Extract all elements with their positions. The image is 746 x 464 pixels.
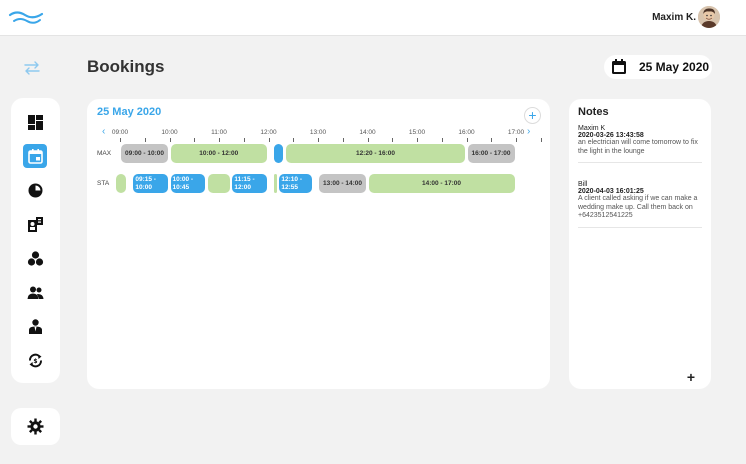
date-picker[interactable]: 25 May 2020 [604, 55, 712, 79]
hour-tick [466, 138, 468, 142]
hour-tick [342, 138, 344, 142]
add-note-button[interactable]: + [687, 369, 695, 385]
calendar-date-title: 25 May 2020 [97, 106, 162, 118]
hour-label: 17:00 [507, 129, 525, 136]
hour-label: 13:00 [309, 129, 327, 136]
user-name[interactable]: Maxim K. [652, 12, 696, 23]
settings-card [11, 408, 60, 445]
hour-label: 12:00 [260, 129, 277, 136]
hour-tick [392, 138, 394, 142]
booking-block[interactable]: 11:15 - 12:00 [232, 174, 267, 193]
next-arrow-icon[interactable]: › [527, 126, 530, 137]
hour-tick [120, 138, 121, 142]
booking-block[interactable]: 13:00 - 14:00 [319, 174, 366, 193]
note-author: Maxim K [578, 125, 606, 132]
booking-block[interactable]: 12:10 - 12:55 [279, 174, 313, 193]
staff-row-label: STA [97, 180, 110, 187]
hour-tick [540, 138, 542, 142]
hour-tick [417, 138, 418, 142]
hour-label: 15:00 [408, 129, 426, 136]
note-item[interactable]: Maxim K 2020-03-26 13:43:58 an electrici… [578, 125, 702, 163]
hour-tick [194, 138, 196, 142]
note-author: Bill [578, 181, 588, 188]
sidebar-item-customers[interactable] [23, 212, 47, 236]
sidebar-item-staff[interactable] [23, 280, 47, 304]
hour-tick [268, 138, 270, 142]
notes-title: Notes [578, 106, 609, 118]
sidebar-item-calendar[interactable] [23, 144, 47, 168]
booking-block[interactable]: 09:15 - 10:00 [133, 174, 168, 193]
note-text: an electrician will come tomorrow to fix… [578, 139, 698, 155]
booking-block[interactable]: 12:20 - 16:00 [285, 144, 465, 163]
notes-panel: Notes Maxim K 2020-03-26 13:43:58 an ele… [569, 99, 711, 389]
services-icon [27, 250, 43, 266]
hour-label: 10:00 [161, 129, 178, 136]
booking-block[interactable] [273, 174, 277, 193]
current-date: 25 May 2020 [639, 60, 710, 74]
avatar[interactable] [698, 6, 720, 28]
booking-block[interactable] [273, 144, 284, 163]
calendar-icon [27, 148, 43, 164]
booking-block[interactable] [207, 174, 230, 193]
staff-icon [27, 286, 43, 299]
hour-tick [367, 138, 369, 142]
staff-row-label: MAX [97, 150, 112, 157]
prev-arrow-icon[interactable]: ‹ [102, 126, 105, 137]
booking-block[interactable] [116, 174, 126, 193]
hour-tick [441, 138, 443, 142]
booking-block[interactable]: 16:00 - 17:00 [467, 144, 515, 163]
sidebar: $ [11, 98, 60, 383]
note-timestamp: 2020-04-03 16:01:25 [578, 188, 644, 195]
reports-pie-icon [28, 183, 42, 197]
hour-tick [243, 138, 245, 142]
employee-icon [28, 318, 42, 334]
sidebar-item-employee[interactable] [23, 314, 47, 338]
hour-label: 09:00 [111, 129, 129, 136]
add-booking-button[interactable]: + [524, 107, 541, 124]
note-item[interactable]: Bill 2020-04-03 16:01:25 A client called… [578, 181, 702, 228]
hour-tick [169, 138, 171, 142]
customers-icon [27, 216, 43, 232]
hour-label: 16:00 [458, 129, 475, 136]
hour-tick [293, 138, 295, 142]
swap-arrows-icon[interactable] [22, 60, 42, 76]
sidebar-item-dashboard[interactable] [23, 110, 47, 134]
bookings-calendar: 25 May 2020 + ‹ › 09:00 10:00 11:00 12:00 13… [87, 99, 550, 389]
booking-block[interactable]: 10:00 - 10:45 [170, 174, 206, 193]
hour-tick [491, 138, 493, 142]
hour-tick [516, 138, 517, 142]
calendar-icon [612, 59, 626, 74]
hour-tick [318, 138, 319, 142]
hour-tick [144, 138, 146, 142]
hour-label: 14:00 [359, 129, 376, 136]
sidebar-item-services[interactable] [23, 246, 47, 270]
svg-text:$: $ [33, 358, 37, 365]
booking-block[interactable]: 10:00 - 12:00 [170, 144, 267, 163]
booking-block[interactable]: 09:00 - 10:00 [121, 144, 168, 163]
note-timestamp: 2020-03-26 13:43:58 [578, 132, 644, 139]
gear-icon[interactable] [27, 418, 44, 435]
dashboard-icon [27, 114, 43, 130]
sidebar-item-reports[interactable] [23, 178, 47, 202]
sync-icon: $ [28, 353, 42, 367]
hour-label: 11:00 [211, 129, 227, 136]
sidebar-item-sync[interactable]: $ [23, 348, 47, 372]
booking-block[interactable]: 14:00 - 17:00 [368, 174, 515, 193]
wave-logo-icon[interactable] [8, 8, 44, 28]
hour-tick [219, 138, 220, 142]
note-text: A client called asking if we can make a … [578, 195, 698, 219]
page-title: Bookings [87, 57, 165, 76]
top-bar: Maxim K. [0, 0, 746, 36]
